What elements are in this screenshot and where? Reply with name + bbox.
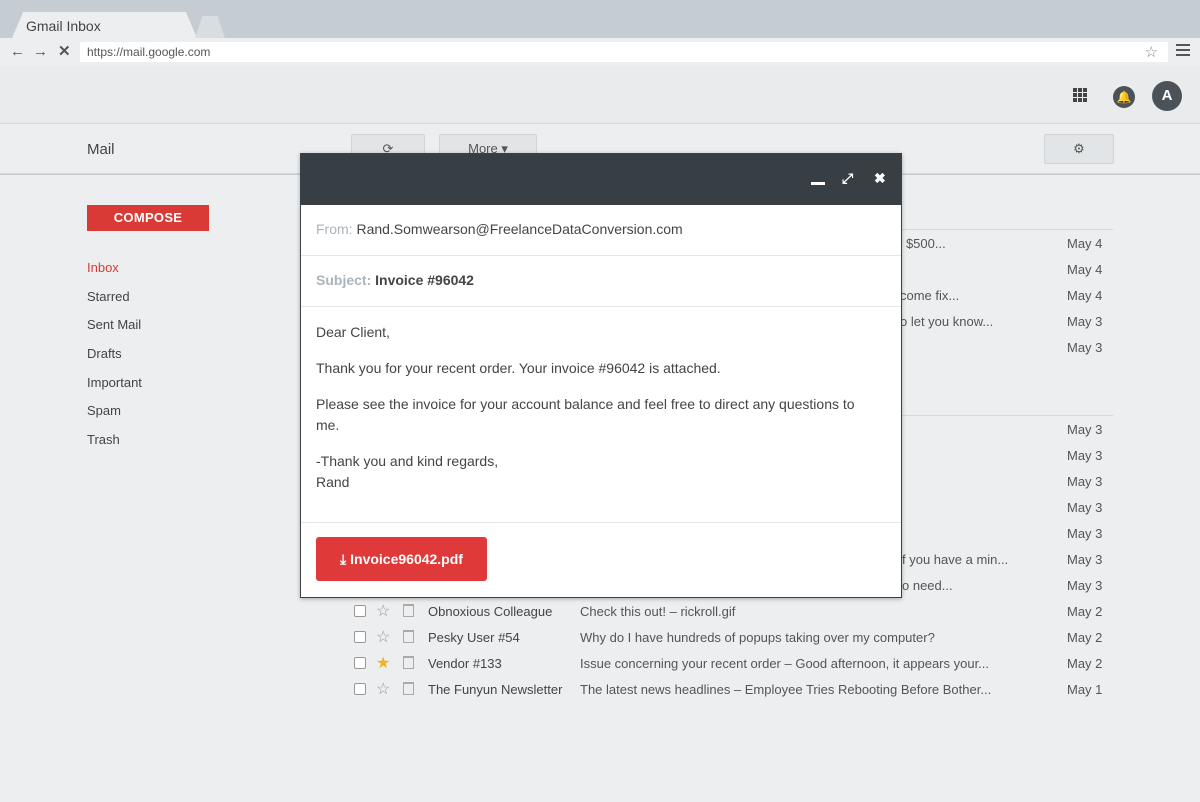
app-header: 🔔 A xyxy=(0,66,1200,124)
tab-title: Gmail Inbox xyxy=(26,18,101,34)
email-sender: Vendor #133 xyxy=(428,656,502,671)
message-signature: Rand xyxy=(316,474,350,490)
sidebar-item-spam[interactable]: Spam xyxy=(87,402,142,431)
email-date: May 4 xyxy=(1067,288,1103,303)
trash-icon[interactable] xyxy=(403,604,414,617)
download-icon: ⤓ xyxy=(340,551,347,567)
email-date: May 2 xyxy=(1067,656,1103,671)
email-sender: Obnoxious Colleague xyxy=(428,604,553,619)
browser-tab-bar: Gmail Inbox xyxy=(0,0,1200,38)
trash-icon[interactable] xyxy=(403,656,414,669)
message-paragraph: Please see the invoice for your account … xyxy=(316,396,855,433)
compose-button[interactable]: COMPOSE xyxy=(87,205,209,231)
dialog-header: ⤢ ✖ xyxy=(301,154,901,205)
collapse-icon[interactable]: ⤢ xyxy=(842,170,853,186)
subject-label: Subject: xyxy=(316,272,372,288)
email-sender: The Funyun Newsletter xyxy=(428,682,563,697)
settings-button[interactable]: ⚙ xyxy=(1044,134,1114,164)
select-checkbox[interactable] xyxy=(354,657,366,669)
star-icon[interactable]: ☆ xyxy=(376,627,390,647)
sidebar: Inbox Starred Sent Mail Drafts Important… xyxy=(87,259,142,460)
url-text: https://mail.google.com xyxy=(87,45,211,59)
email-snippet: o need... xyxy=(902,578,953,593)
gear-icon: ⚙ xyxy=(1073,141,1085,156)
star-icon[interactable]: ★ xyxy=(376,653,390,673)
new-tab-button[interactable] xyxy=(195,16,225,38)
email-date: May 3 xyxy=(1067,578,1103,593)
select-checkbox[interactable] xyxy=(354,605,366,617)
from-label: From: xyxy=(316,221,353,237)
from-field: From: Rand.Somwearson@FreelanceDataConve… xyxy=(301,205,901,256)
trash-icon[interactable] xyxy=(403,682,414,695)
table-row[interactable]: ☆ Obnoxious Colleague Check this out! – … xyxy=(345,599,1113,625)
message-greeting: Dear Client, xyxy=(316,324,390,340)
page-title: Mail xyxy=(87,141,115,158)
attachment-download-button[interactable]: ⤓ Invoice96042.pdf xyxy=(316,537,487,581)
message-dialog: ⤢ ✖ From: Rand.Somwearson@FreelanceDataC… xyxy=(300,153,902,598)
avatar[interactable]: A xyxy=(1152,81,1182,111)
email-date: May 2 xyxy=(1067,630,1103,645)
email-date: May 2 xyxy=(1067,604,1103,619)
table-row[interactable]: ☆ The Funyun Newsletter The latest news … xyxy=(345,677,1113,703)
trash-icon[interactable] xyxy=(403,630,414,643)
forward-arrow-icon[interactable]: → xyxy=(33,44,48,60)
apps-grid-icon[interactable] xyxy=(1073,88,1087,102)
address-bar-row: ← → ✕ https://mail.google.com ☆ xyxy=(0,38,1200,66)
star-icon[interactable]: ☆ xyxy=(376,601,390,621)
email-date: May 3 xyxy=(1067,552,1103,567)
star-icon[interactable]: ☆ xyxy=(376,679,390,699)
email-date: May 3 xyxy=(1067,448,1103,463)
from-value: Rand.Somwearson@FreelanceDataConversion.… xyxy=(356,221,683,237)
message-closing: -Thank you and kind regards, xyxy=(316,453,499,469)
stop-icon[interactable]: ✕ xyxy=(58,44,71,60)
email-snippet: come fix... xyxy=(900,288,960,303)
email-date: May 3 xyxy=(1067,500,1103,515)
email-subject: The latest news headlines – Employee Tri… xyxy=(580,682,992,697)
email-date: May 3 xyxy=(1067,474,1103,489)
close-icon[interactable]: ✖ xyxy=(874,170,886,186)
sidebar-item-sent-mail[interactable]: Sent Mail xyxy=(87,316,142,345)
message-body: Dear Client, Thank you for your recent o… xyxy=(316,322,876,493)
bookmark-star-icon[interactable]: ☆ xyxy=(1145,43,1158,61)
attachment-filename: Invoice96042.pdf xyxy=(350,551,463,567)
message-paragraph: Thank you for your recent order. Your in… xyxy=(316,360,721,376)
email-subject: Why do I have hundreds of popups taking … xyxy=(580,630,935,645)
email-date: May 4 xyxy=(1067,262,1103,277)
select-checkbox[interactable] xyxy=(354,683,366,695)
notifications-bell-icon[interactable]: 🔔 xyxy=(1113,86,1135,108)
email-sender: Pesky User #54 xyxy=(428,630,520,645)
email-date: May 3 xyxy=(1067,314,1103,329)
url-input[interactable]: https://mail.google.com ☆ xyxy=(80,42,1168,62)
minimize-icon[interactable] xyxy=(811,182,825,185)
back-arrow-icon[interactable]: ← xyxy=(10,44,25,60)
attachment-divider xyxy=(301,522,901,523)
table-row[interactable]: ☆ Pesky User #54 Why do I have hundreds … xyxy=(345,625,1113,651)
table-row[interactable]: ★ Vendor #133 Issue concerning your rece… xyxy=(345,651,1113,677)
subject-field: Subject: Invoice #96042 xyxy=(301,256,901,307)
sidebar-item-important[interactable]: Important xyxy=(87,374,142,403)
email-snippet: f you have a min... xyxy=(902,552,1009,567)
sidebar-item-inbox[interactable]: Inbox xyxy=(87,259,142,288)
browser-tab[interactable]: Gmail Inbox xyxy=(12,12,197,38)
select-checkbox[interactable] xyxy=(354,631,366,643)
sidebar-item-drafts[interactable]: Drafts xyxy=(87,345,142,374)
email-date: May 3 xyxy=(1067,422,1103,437)
email-snippet: o let you know... xyxy=(900,314,994,329)
email-date: May 3 xyxy=(1067,526,1103,541)
email-date: May 1 xyxy=(1067,682,1103,697)
browser-menu-icon[interactable] xyxy=(1176,44,1190,59)
email-date: May 3 xyxy=(1067,340,1103,355)
subject-value: Invoice #96042 xyxy=(375,272,474,288)
email-subject: Check this out! – rickroll.gif xyxy=(580,604,736,619)
email-date: May 4 xyxy=(1067,236,1103,251)
email-snippet: r $500... xyxy=(898,236,946,251)
sidebar-item-starred[interactable]: Starred xyxy=(87,288,142,317)
email-subject: Issue concerning your recent order – Goo… xyxy=(580,656,990,671)
sidebar-item-trash[interactable]: Trash xyxy=(87,431,142,460)
